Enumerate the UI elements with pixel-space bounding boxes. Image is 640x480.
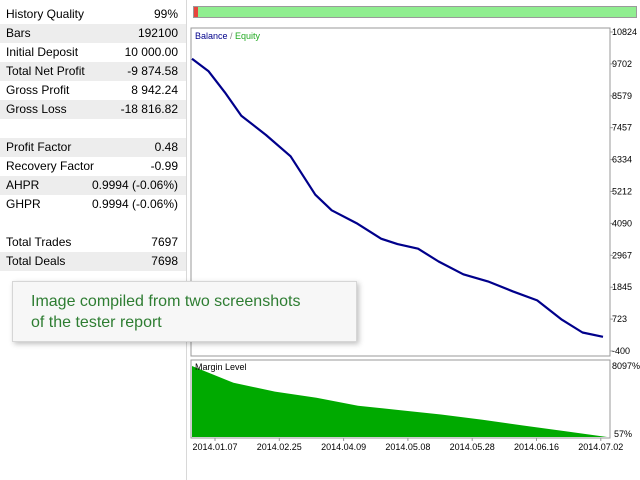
y-tick-label: 10824: [612, 27, 637, 37]
x-tick-label: 2014.05.28: [450, 442, 495, 452]
overlay-line-2: of the tester report: [31, 314, 162, 331]
y-tick-label: 1845: [612, 282, 632, 292]
overlay-note: Image compiled from two screenshots of t…: [12, 281, 357, 342]
legend-balance: Balance: [195, 31, 228, 41]
x-tick-label: 2014.04.09: [321, 442, 366, 452]
margin-chart-title: Margin Level: [195, 362, 247, 372]
y-tick-label: 6334: [612, 155, 632, 165]
y-tick-label: 9702: [612, 59, 632, 69]
overlay-line-1: Image compiled from two screenshots: [31, 293, 301, 310]
x-tick-label: 2014.05.08: [385, 442, 430, 452]
x-tick-label: 2014.07.02: [578, 442, 623, 452]
x-tick-label: 2014.06.16: [514, 442, 559, 452]
margin-y-top: 8097%: [612, 361, 640, 371]
y-tick-label: 7457: [612, 123, 632, 133]
margin-y-bottom: 57%: [614, 429, 632, 439]
balance-legend: Balance / Equity: [195, 31, 261, 41]
margin-x-axis: 2014.01.07 2014.02.25 2014.04.09 2014.05.08…: [192, 438, 623, 452]
charts-svg: Balance / Equity 10824 9702 8579 7457 6334 52…: [190, 27, 640, 452]
legend-equity: Equity: [235, 31, 261, 41]
balance-y-axis: 10824 9702 8579 7457 6334 5212 4090 2967 1845 723…: [610, 27, 637, 356]
x-tick-label: 2014.02.25: [257, 442, 302, 452]
y-tick-label: 4090: [612, 218, 632, 228]
legend-separator: /: [228, 31, 236, 41]
y-tick-label: 8579: [612, 91, 632, 101]
y-tick-label: 2967: [612, 250, 632, 260]
y-tick-label: 723: [612, 314, 627, 324]
y-tick-label: 5212: [612, 187, 632, 197]
y-tick-label: -400: [612, 346, 630, 356]
x-tick-label: 2014.01.07: [192, 442, 237, 452]
